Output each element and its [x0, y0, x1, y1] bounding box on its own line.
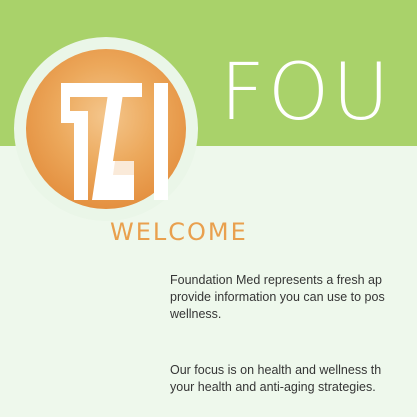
focus-paragraph: Our focus is on health and wellness th y… [170, 363, 382, 394]
logo-icon [14, 37, 198, 221]
foundation-med-logo [12, 35, 200, 223]
foundation-med-page: FOU WELCOME Foundation Med represents a … [0, 0, 417, 417]
brand-title: FOU [220, 48, 393, 138]
intro-content: Foundation Med represents a fresh ap pro… [170, 272, 417, 396]
intro-paragraph: Foundation Med represents a fresh ap pro… [170, 273, 385, 321]
welcome-heading: WELCOME [110, 218, 248, 246]
